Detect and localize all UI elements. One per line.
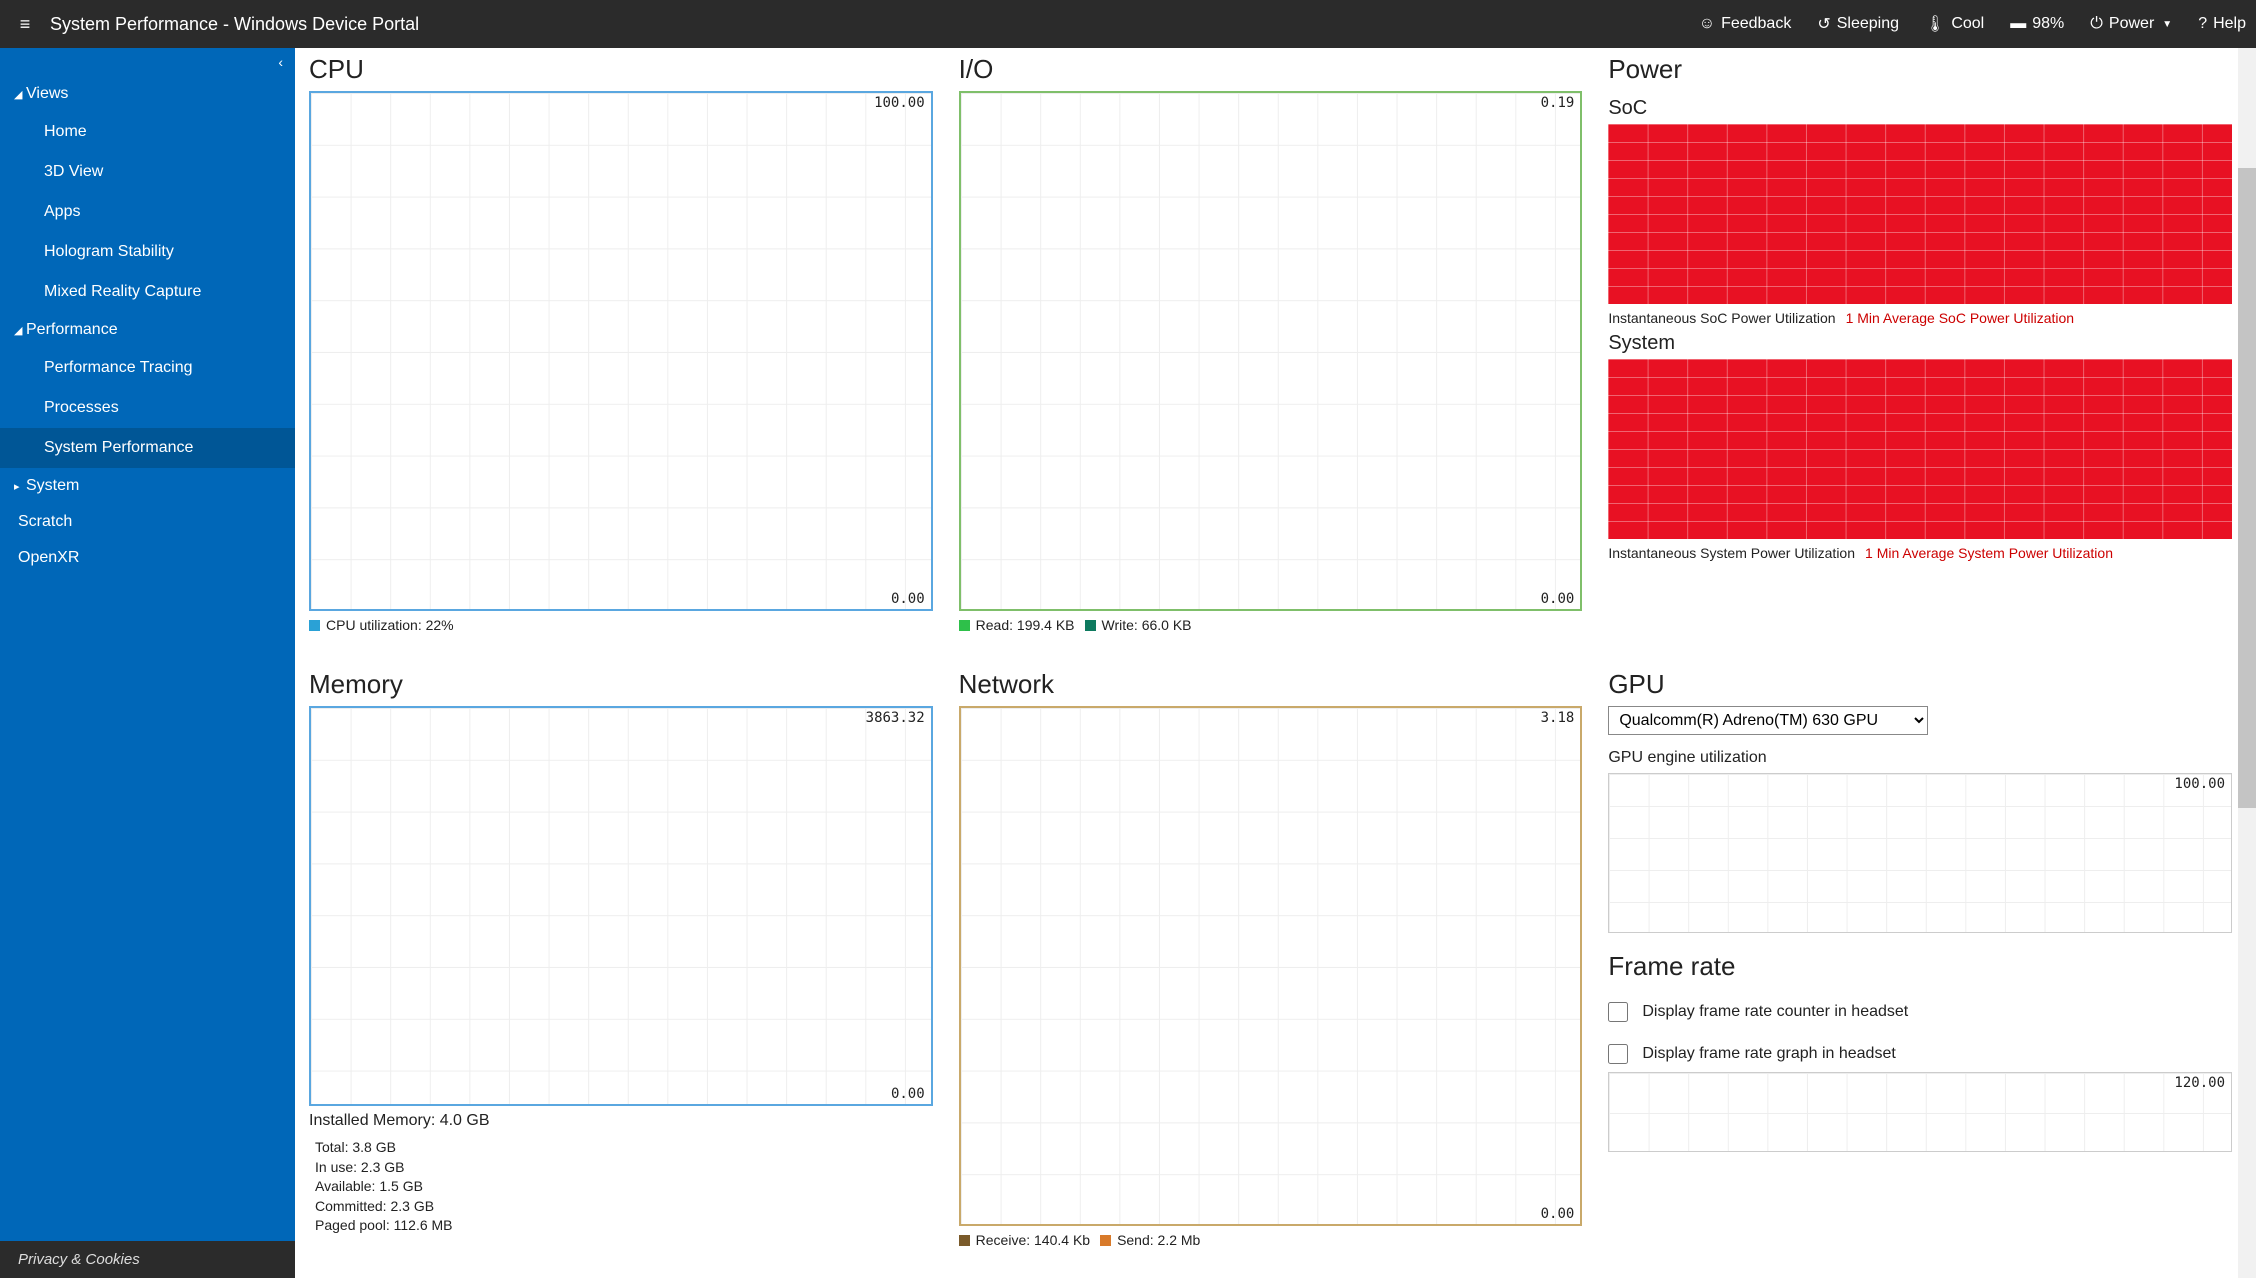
io-write-legend: Write: 66.0 KB <box>1085 617 1192 633</box>
soc-inst-legend: Instantaneous SoC Power Utilization <box>1608 310 1835 326</box>
battery-icon: ▬ <box>2010 15 2026 33</box>
io-min: 0.00 <box>1541 591 1575 607</box>
installed-memory: Installed Memory: 4.0 GB <box>309 1112 933 1130</box>
sidebar-group-performance[interactable]: ◢Performance <box>0 312 295 348</box>
network-title: Network <box>959 669 1583 700</box>
io-max: 0.19 <box>1541 95 1575 111</box>
main-content: CPU 100.00 0.00 CPU utilization: 22% I/O <box>295 48 2256 1278</box>
gpu-max: 100.00 <box>2174 776 2225 792</box>
menu-icon[interactable]: ≡ <box>10 14 40 35</box>
sleep-status[interactable]: ↺Sleeping <box>1817 14 1899 34</box>
battery-status[interactable]: ▬98% <box>2010 15 2064 33</box>
power-icon: ⏻ <box>2090 15 2103 33</box>
memory-legend-entry: Paged pool: 112.6 MB <box>309 1216 933 1236</box>
io-title: I/O <box>959 54 1583 85</box>
memory-min: 0.00 <box>891 1086 925 1102</box>
scrollbar-thumb[interactable] <box>2238 168 2256 808</box>
history-icon: ↺ <box>1817 14 1830 34</box>
sidebar-item-performance-tracing[interactable]: Performance Tracing <box>0 348 295 388</box>
network-max: 3.18 <box>1541 710 1575 726</box>
memory-title: Memory <box>309 669 933 700</box>
sidebar-group-views[interactable]: ◢Views <box>0 76 295 112</box>
soc-subtitle: SoC <box>1608 97 2232 120</box>
cpu-min: 0.00 <box>891 591 925 607</box>
cpu-chart: 100.00 0.00 <box>309 91 933 611</box>
sidebar-item-mixed-reality-capture[interactable]: Mixed Reality Capture <box>0 272 295 312</box>
network-chart: 3.18 0.00 <box>959 706 1583 1226</box>
network-panel: Network 3.18 0.00 Receive: 140.4 Kb Send… <box>951 663 1601 1278</box>
question-icon: ? <box>2198 15 2207 33</box>
soc-chart <box>1608 124 2232 304</box>
sidebar-item-3d-view[interactable]: 3D View <box>0 152 295 192</box>
sidebar-item-system-performance[interactable]: System Performance <box>0 428 295 468</box>
framerate-title: Frame rate <box>1608 951 2232 982</box>
framerate-chart: 120.00 <box>1608 1072 2232 1152</box>
power-panel: Power SoC Instantaneous SoC Power Utiliz… <box>1600 48 2250 663</box>
io-read-legend: Read: 199.4 KB <box>959 617 1075 633</box>
network-send-legend: Send: 2.2 Mb <box>1100 1232 1200 1248</box>
framerate-counter-checkbox[interactable]: Display frame rate counter in headset <box>1608 1002 2232 1022</box>
gpu-chart: 100.00 <box>1608 773 2232 933</box>
memory-legend: Total: 3.8 GBIn use: 2.3 GBAvailable: 1.… <box>309 1138 933 1236</box>
memory-chart: 3863.32 0.00 <box>309 706 933 1106</box>
memory-legend-entry: In use: 2.3 GB <box>309 1158 933 1178</box>
framerate-max: 120.00 <box>2174 1075 2225 1091</box>
triangle-down-icon: ◢ <box>14 88 26 101</box>
memory-panel: Memory 3863.32 0.00 Installed Memory: 4.… <box>301 663 951 1278</box>
io-panel: I/O 0.19 0.00 Read: 199.4 KB Write: 66.0… <box>951 48 1601 663</box>
power-menu[interactable]: ⏻Power▼ <box>2090 15 2172 33</box>
gpu-panel: GPU Qualcomm(R) Adreno(TM) 630 GPU GPU e… <box>1600 663 2250 1278</box>
cpu-max: 100.00 <box>874 95 925 111</box>
thermometer-icon: 🌡 <box>1925 14 1945 34</box>
sidebar-item-openxr[interactable]: OpenXR <box>0 540 295 576</box>
collapse-sidebar-button[interactable]: ‹ <box>0 48 295 76</box>
sidebar-item-hologram-stability[interactable]: Hologram Stability <box>0 232 295 272</box>
soc-avg-legend: 1 Min Average SoC Power Utilization <box>1846 310 2075 326</box>
memory-legend-entry: Available: 1.5 GB <box>309 1177 933 1197</box>
chevron-down-icon: ▼ <box>2162 19 2172 30</box>
system-subtitle: System <box>1608 332 2232 355</box>
sidebar-group-system[interactable]: ▸System <box>0 468 295 504</box>
gpu-title: GPU <box>1608 669 2232 700</box>
smile-icon: ☺ <box>1699 15 1715 33</box>
system-power-chart <box>1608 359 2232 539</box>
framerate-graph-checkbox[interactable]: Display frame rate graph in headset <box>1608 1044 2232 1064</box>
triangle-right-icon: ▸ <box>14 480 26 493</box>
network-recv-legend: Receive: 140.4 Kb <box>959 1232 1090 1248</box>
cpu-legend: CPU utilization: 22% <box>309 617 454 633</box>
page-title: System Performance - Windows Device Port… <box>50 14 419 35</box>
cpu-title: CPU <box>309 54 933 85</box>
memory-legend-entry: Total: 3.8 GB <box>309 1138 933 1158</box>
sys-avg-legend: 1 Min Average System Power Utilization <box>1865 545 2113 561</box>
network-min: 0.00 <box>1541 1206 1575 1222</box>
gpu-select[interactable]: Qualcomm(R) Adreno(TM) 630 GPU <box>1608 706 1928 735</box>
sidebar-item-apps[interactable]: Apps <box>0 192 295 232</box>
thermal-status[interactable]: 🌡Cool <box>1925 14 1984 34</box>
triangle-down-icon: ◢ <box>14 324 26 337</box>
sidebar-item-processes[interactable]: Processes <box>0 388 295 428</box>
io-chart: 0.19 0.00 <box>959 91 1583 611</box>
help-button[interactable]: ?Help <box>2198 15 2246 33</box>
memory-legend-entry: Committed: 2.3 GB <box>309 1197 933 1217</box>
cpu-panel: CPU 100.00 0.00 CPU utilization: 22% <box>301 48 951 663</box>
sidebar-item-home[interactable]: Home <box>0 112 295 152</box>
framerate-counter-input[interactable] <box>1608 1002 1628 1022</box>
sidebar: ‹ ◢Views Home 3D View Apps Hologram Stab… <box>0 48 295 1278</box>
privacy-link[interactable]: Privacy & Cookies <box>0 1241 295 1278</box>
gpu-engine-label: GPU engine utilization <box>1608 749 2232 767</box>
framerate-graph-input[interactable] <box>1608 1044 1628 1064</box>
sidebar-item-scratch[interactable]: Scratch <box>0 504 295 540</box>
power-title: Power <box>1608 54 2232 85</box>
feedback-button[interactable]: ☺Feedback <box>1699 15 1792 33</box>
memory-max: 3863.32 <box>866 710 925 726</box>
sys-inst-legend: Instantaneous System Power Utilization <box>1608 545 1855 561</box>
topbar: ≡ System Performance - Windows Device Po… <box>0 0 2256 48</box>
